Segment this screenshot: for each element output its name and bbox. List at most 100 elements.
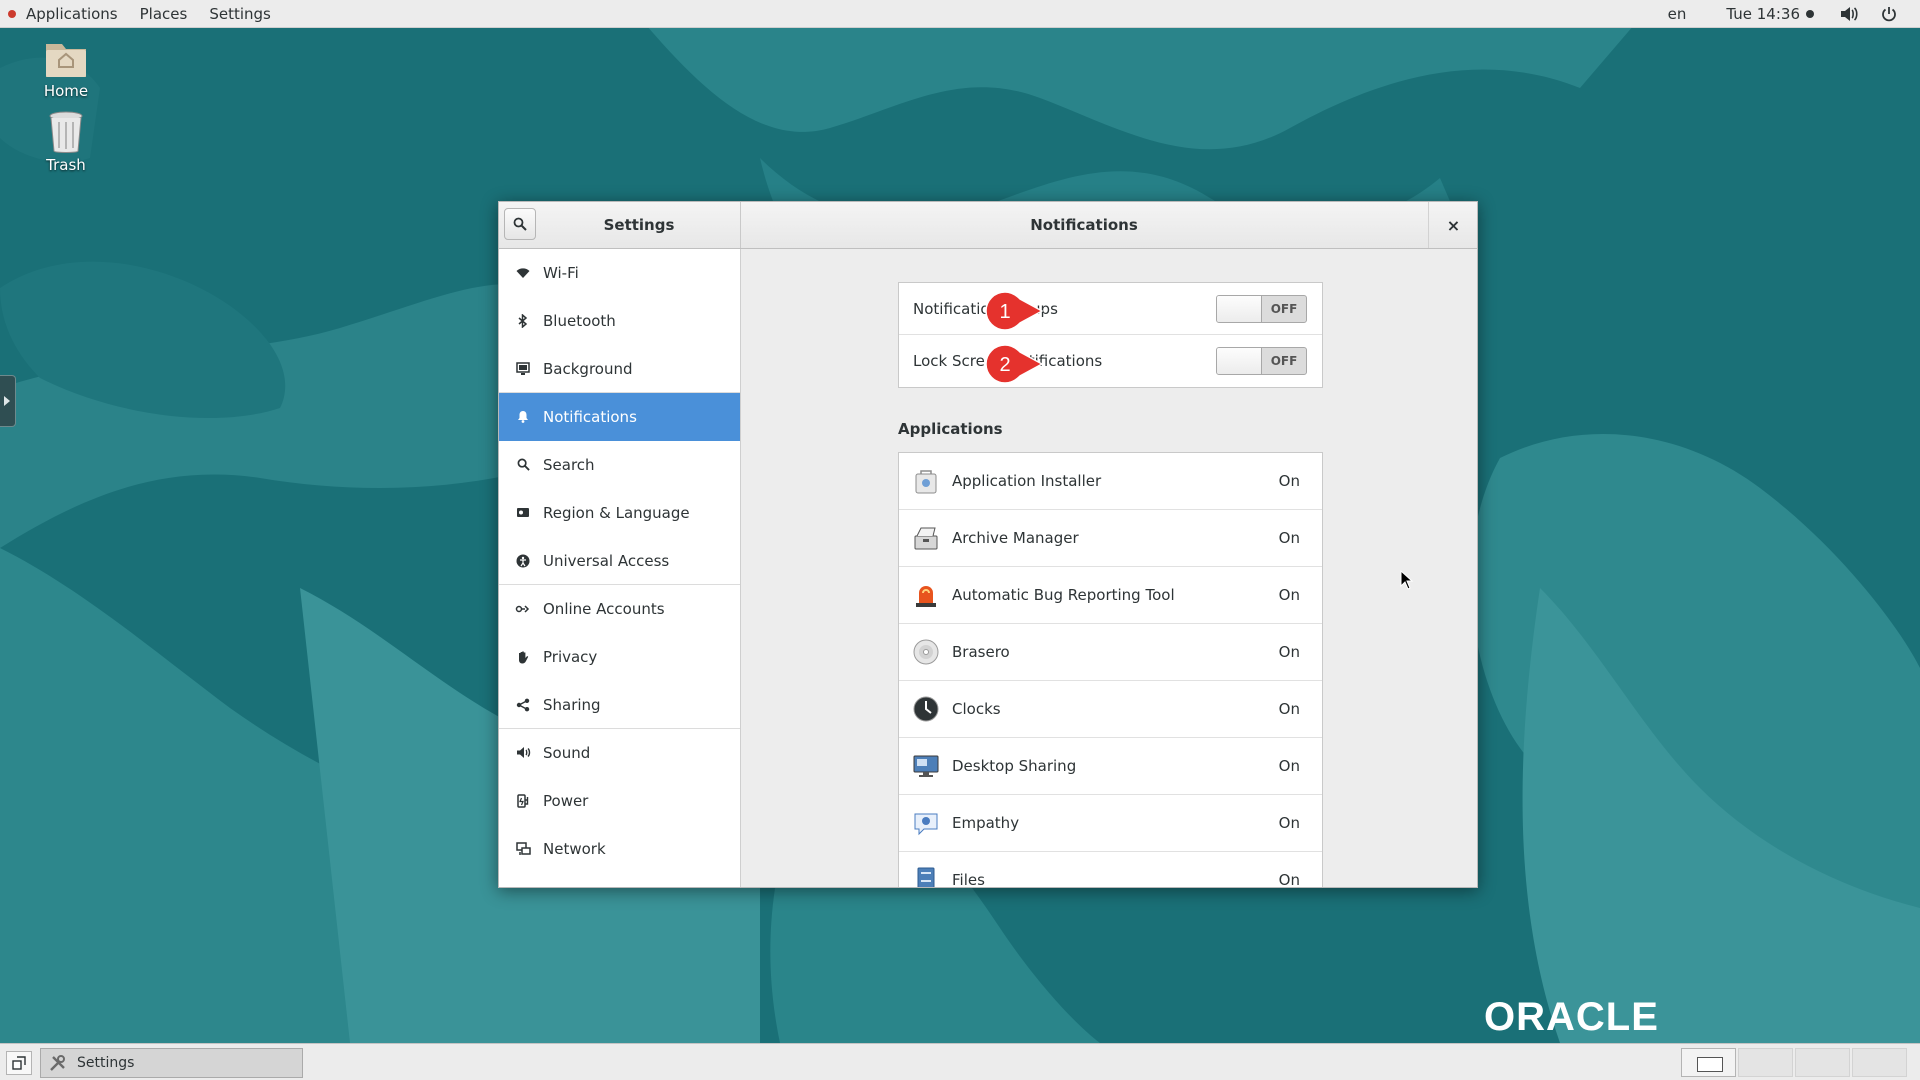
- home-desktop-icon[interactable]: Home: [21, 34, 111, 100]
- settings-sidebar: Wi-Fi Bluetooth Background Notifications…: [499, 249, 741, 887]
- workspace-3[interactable]: [1795, 1048, 1850, 1077]
- callout-1: 1: [985, 291, 1043, 331]
- app-name: Desktop Sharing: [952, 757, 1077, 775]
- disc-icon: [913, 639, 939, 665]
- sidebar-item-label: Online Accounts: [543, 599, 665, 618]
- side-panel-handle[interactable]: [0, 375, 16, 427]
- bluetooth-icon: [515, 313, 531, 329]
- sidebar-item-label: Region & Language: [543, 503, 690, 522]
- chat-icon: [914, 813, 938, 836]
- switch-state-label: OFF: [1270, 302, 1298, 316]
- sidebar-item-wifi[interactable]: Wi-Fi: [499, 249, 740, 297]
- sidebar-item-privacy[interactable]: Privacy: [499, 633, 740, 681]
- sidebar-item-label: Privacy: [543, 647, 598, 666]
- workspace-4[interactable]: [1852, 1048, 1907, 1077]
- app-state: On: [1278, 472, 1300, 490]
- notifications-panel: Notification Popups OFF Lock Screen Noti…: [742, 249, 1477, 887]
- sidebar-item-bluetooth[interactable]: Bluetooth: [499, 297, 740, 345]
- page-title: Notifications: [1030, 216, 1138, 234]
- settings-menu-label: Settings: [209, 4, 271, 23]
- sidebar-item-sharing[interactable]: Sharing: [499, 681, 740, 729]
- wifi-icon: [515, 265, 531, 281]
- sidebar-item-background[interactable]: Background: [499, 345, 740, 393]
- trash-icon: [49, 111, 83, 153]
- sidebar-item-search[interactable]: Search: [499, 441, 740, 489]
- settings-menu[interactable]: Settings: [198, 0, 282, 28]
- sidebar-item-label: Network: [543, 839, 606, 858]
- sidebar-item-label: Sharing: [543, 695, 601, 714]
- power-plug-icon: [515, 793, 531, 809]
- app-name: Application Installer: [952, 472, 1102, 490]
- app-row-application-installer[interactable]: Application Installer On: [899, 453, 1322, 510]
- app-state: On: [1278, 643, 1300, 661]
- places-menu-label: Places: [139, 4, 188, 23]
- language-indicator[interactable]: en: [1668, 5, 1687, 23]
- clock[interactable]: Tue 14:36: [1726, 5, 1800, 23]
- show-desktop-button[interactable]: [6, 1051, 32, 1075]
- trash-desktop-icon[interactable]: Trash: [21, 108, 111, 174]
- sidebar-item-label: Search: [543, 455, 595, 474]
- applications-menu[interactable]: Applications: [0, 0, 129, 28]
- sidebar-item-label: Universal Access: [543, 551, 670, 570]
- accessibility-icon: [515, 553, 531, 569]
- workspace-1[interactable]: [1681, 1048, 1736, 1077]
- switch-state-label: OFF: [1270, 354, 1298, 368]
- taskbar-item-settings[interactable]: Settings: [40, 1048, 303, 1078]
- app-row-clocks[interactable]: Clocks On: [899, 681, 1322, 738]
- sidebar-item-power[interactable]: Power: [499, 777, 740, 825]
- app-state: On: [1278, 529, 1300, 547]
- sidebar-item-sound[interactable]: Sound: [499, 729, 740, 777]
- callout-2: 2: [985, 344, 1043, 384]
- home-folder-icon: [46, 44, 86, 77]
- app-row-empathy[interactable]: Empathy On: [899, 795, 1322, 852]
- clock-icon: [913, 696, 939, 722]
- notification-popups-switch[interactable]: OFF: [1216, 295, 1307, 323]
- app-row-automatic-bug-reporting-tool[interactable]: Automatic Bug Reporting Tool On: [899, 567, 1322, 624]
- background-icon: [515, 361, 531, 377]
- show-desktop-icon: [12, 1056, 26, 1070]
- app-state: On: [1278, 757, 1300, 775]
- sidebar-item-network[interactable]: Network: [499, 825, 740, 873]
- applications-heading: Applications: [898, 420, 1003, 438]
- app-row-desktop-sharing[interactable]: Desktop Sharing On: [899, 738, 1322, 795]
- notification-settings-list: Notification Popups OFF Lock Screen Noti…: [898, 282, 1323, 388]
- package-icon: [915, 470, 937, 494]
- switch-knob: [1217, 348, 1262, 374]
- share-icon: [515, 697, 531, 713]
- app-state: On: [1278, 586, 1300, 604]
- sidebar-title: Settings: [603, 216, 675, 234]
- lock-screen-notifications-row: Lock Screen Notifications OFF: [899, 335, 1322, 387]
- sidebar-item-label: Background: [543, 359, 633, 378]
- close-icon: ×: [1446, 215, 1461, 235]
- volume-icon[interactable]: [1840, 5, 1858, 23]
- archive-icon: [914, 527, 938, 550]
- workspace-window-preview: [1697, 1057, 1723, 1072]
- places-menu[interactable]: Places: [129, 0, 199, 28]
- applications-menu-icon: [8, 9, 16, 18]
- sidebar-item-universal-access[interactable]: Universal Access: [499, 537, 740, 585]
- sidebar-item-online-accounts[interactable]: Online Accounts: [499, 585, 740, 633]
- workspace-2[interactable]: [1738, 1048, 1793, 1077]
- power-icon[interactable]: [1880, 5, 1898, 23]
- app-state: On: [1278, 700, 1300, 718]
- sidebar-item-notifications[interactable]: Notifications: [499, 393, 740, 441]
- hand-icon: [515, 649, 531, 665]
- home-desktop-label: Home: [43, 82, 89, 100]
- notification-dot-icon: [1806, 10, 1814, 18]
- app-name: Archive Manager: [952, 529, 1079, 547]
- app-row-brasero[interactable]: Brasero On: [899, 624, 1322, 681]
- sidebar-item-region-language[interactable]: Region & Language: [499, 489, 740, 537]
- bottom-taskbar: Settings: [0, 1043, 1920, 1080]
- lock-screen-notifications-switch[interactable]: OFF: [1216, 347, 1307, 375]
- app-row-files[interactable]: Files On: [899, 852, 1322, 887]
- taskbar-item-label: Settings: [77, 1055, 135, 1071]
- network-icon: [515, 841, 531, 857]
- sidebar-item-label: Bluetooth: [543, 311, 616, 330]
- online-accounts-icon: [515, 601, 531, 617]
- window-headerbar: Settings Notifications ×: [499, 202, 1477, 249]
- app-row-archive-manager[interactable]: Archive Manager On: [899, 510, 1322, 567]
- monitor-icon: [913, 755, 939, 777]
- close-button[interactable]: ×: [1428, 202, 1477, 248]
- settings-window: Settings Notifications × Wi-Fi Bluetooth…: [498, 201, 1478, 888]
- applications-menu-label: Applications: [26, 4, 118, 23]
